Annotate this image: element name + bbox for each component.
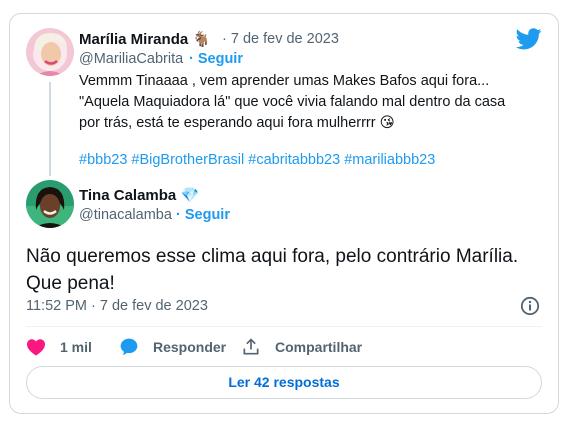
goat-emoji: 🐐: [192, 31, 212, 48]
main-text-line: Não queremos esse clima aqui fora, pelo …: [26, 246, 519, 267]
tweet-timestamp[interactable]: 11:52 PM · 7 de fev de 2023: [26, 298, 208, 314]
quoted-text-line: por trás, está te esperando aqui fora mu…: [79, 115, 395, 131]
quoted-text: Vemmm Tinaaaa , vem aprender umas Makes …: [79, 71, 505, 134]
diamond-emoji: 💎: [180, 187, 200, 204]
upload-icon: [243, 338, 259, 355]
share-label: Compartilhar: [275, 339, 363, 355]
twitter-bird-icon[interactable]: [515, 28, 542, 50]
like-count: 1 mil: [60, 339, 92, 355]
quoted-date[interactable]: · 7 de fev de 2023: [222, 31, 339, 47]
info-icon[interactable]: [520, 296, 540, 321]
reply-button[interactable]: Responder: [119, 336, 226, 358]
main-handle[interactable]: @tinacalamba: [79, 207, 172, 223]
quoted-hashtags[interactable]: #bbb23 #BigBrotherBrasil #cabritabbb23 #…: [79, 152, 435, 168]
tina-avatar[interactable]: [26, 180, 74, 228]
marilia-avatar[interactable]: [26, 28, 74, 76]
divider: [26, 326, 542, 327]
quoted-follow-button[interactable]: · Seguir: [189, 51, 243, 67]
kiss-emoji: 😘: [379, 115, 395, 131]
main-author-name[interactable]: Tina Calamba: [79, 187, 176, 204]
thread-connector-line: [49, 82, 51, 176]
reply-label: Responder: [153, 339, 227, 355]
heart-icon: [27, 339, 45, 356]
tweet-embed-card: Marília Miranda 🐐 · 7 de fev de 2023 @Ma…: [9, 13, 559, 414]
main-text-line: Que pena!: [26, 273, 115, 294]
read-replies-button[interactable]: Ler 42 respostas: [26, 366, 542, 399]
quoted-text-line: "Aquela Maquiadora lá" que você vivia fa…: [79, 94, 506, 110]
speech-bubble-icon: [120, 338, 138, 356]
like-button[interactable]: 1 mil: [26, 336, 92, 358]
quoted-author-name[interactable]: Marília Miranda: [79, 31, 188, 48]
quoted-handle[interactable]: @MariliaCabrita: [79, 51, 183, 67]
main-tweet-text: Não queremos esse clima aqui fora, pelo …: [26, 243, 518, 297]
main-follow-button[interactable]: · Seguir: [176, 207, 230, 223]
quoted-text-line: Vemmm Tinaaaa , vem aprender umas Makes …: [79, 73, 490, 89]
share-button[interactable]: Compartilhar: [241, 336, 362, 358]
